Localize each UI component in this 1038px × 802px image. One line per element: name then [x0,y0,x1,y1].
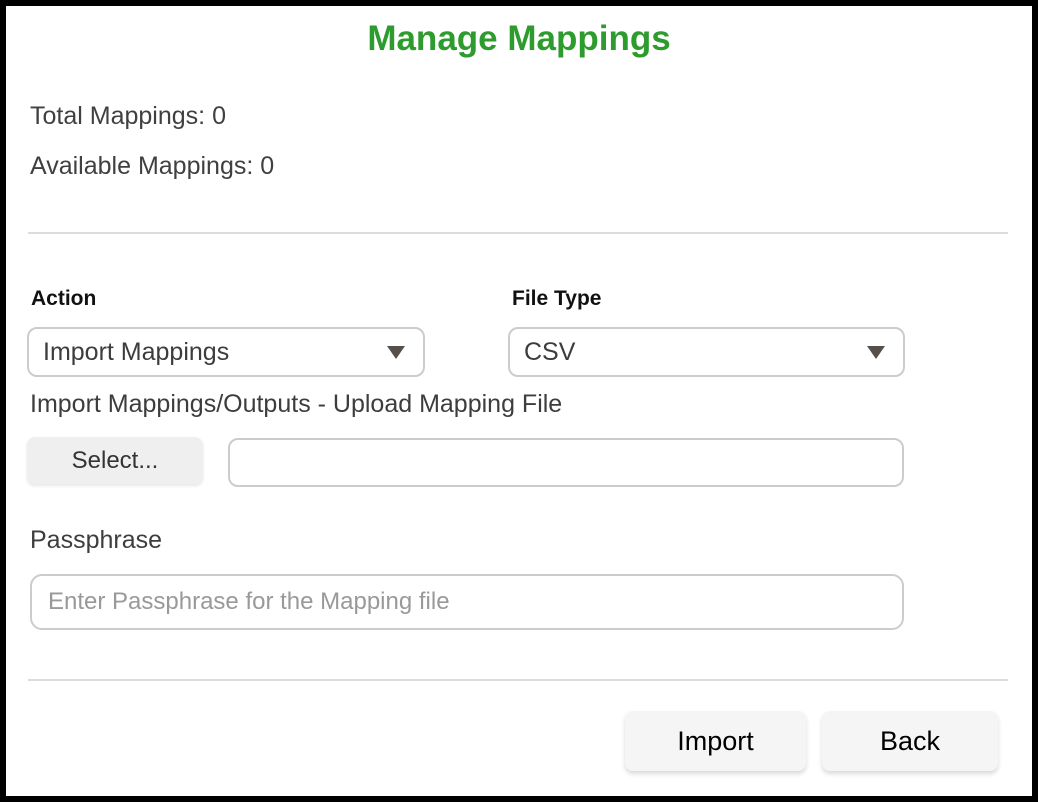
available-mappings-value: 0 [260,152,274,180]
bottom-divider [28,679,1008,681]
file-name-input[interactable] [228,438,904,487]
available-mappings-stat: Available Mappings:0 [30,152,274,181]
passphrase-input[interactable] [30,574,904,630]
select-file-button[interactable]: Select... [27,437,203,484]
manage-mappings-dialog: Manage Mappings Total Mappings:0 Availab… [0,0,1038,802]
passphrase-field-label: Passphrase [30,526,162,555]
import-button[interactable]: Import [625,711,806,771]
total-mappings-label: Total Mappings: [30,102,205,130]
action-field-label: Action [31,287,96,311]
caret-down-icon [387,346,405,359]
top-divider [28,232,1008,234]
file-type-dropdown[interactable]: CSV [508,327,905,377]
action-dropdown-selected-value: Import Mappings [43,338,387,367]
action-dropdown[interactable]: Import Mappings [27,327,425,377]
upload-mapping-file-label: Import Mappings/Outputs - Upload Mapping… [30,390,562,419]
file-type-field-label: File Type [512,287,601,311]
total-mappings-value: 0 [212,102,226,130]
available-mappings-label: Available Mappings: [30,152,253,180]
caret-down-icon [867,346,885,359]
file-type-dropdown-selected-value: CSV [524,338,867,367]
total-mappings-stat: Total Mappings:0 [30,102,226,131]
back-button[interactable]: Back [822,711,998,771]
page-title: Manage Mappings [6,19,1032,59]
